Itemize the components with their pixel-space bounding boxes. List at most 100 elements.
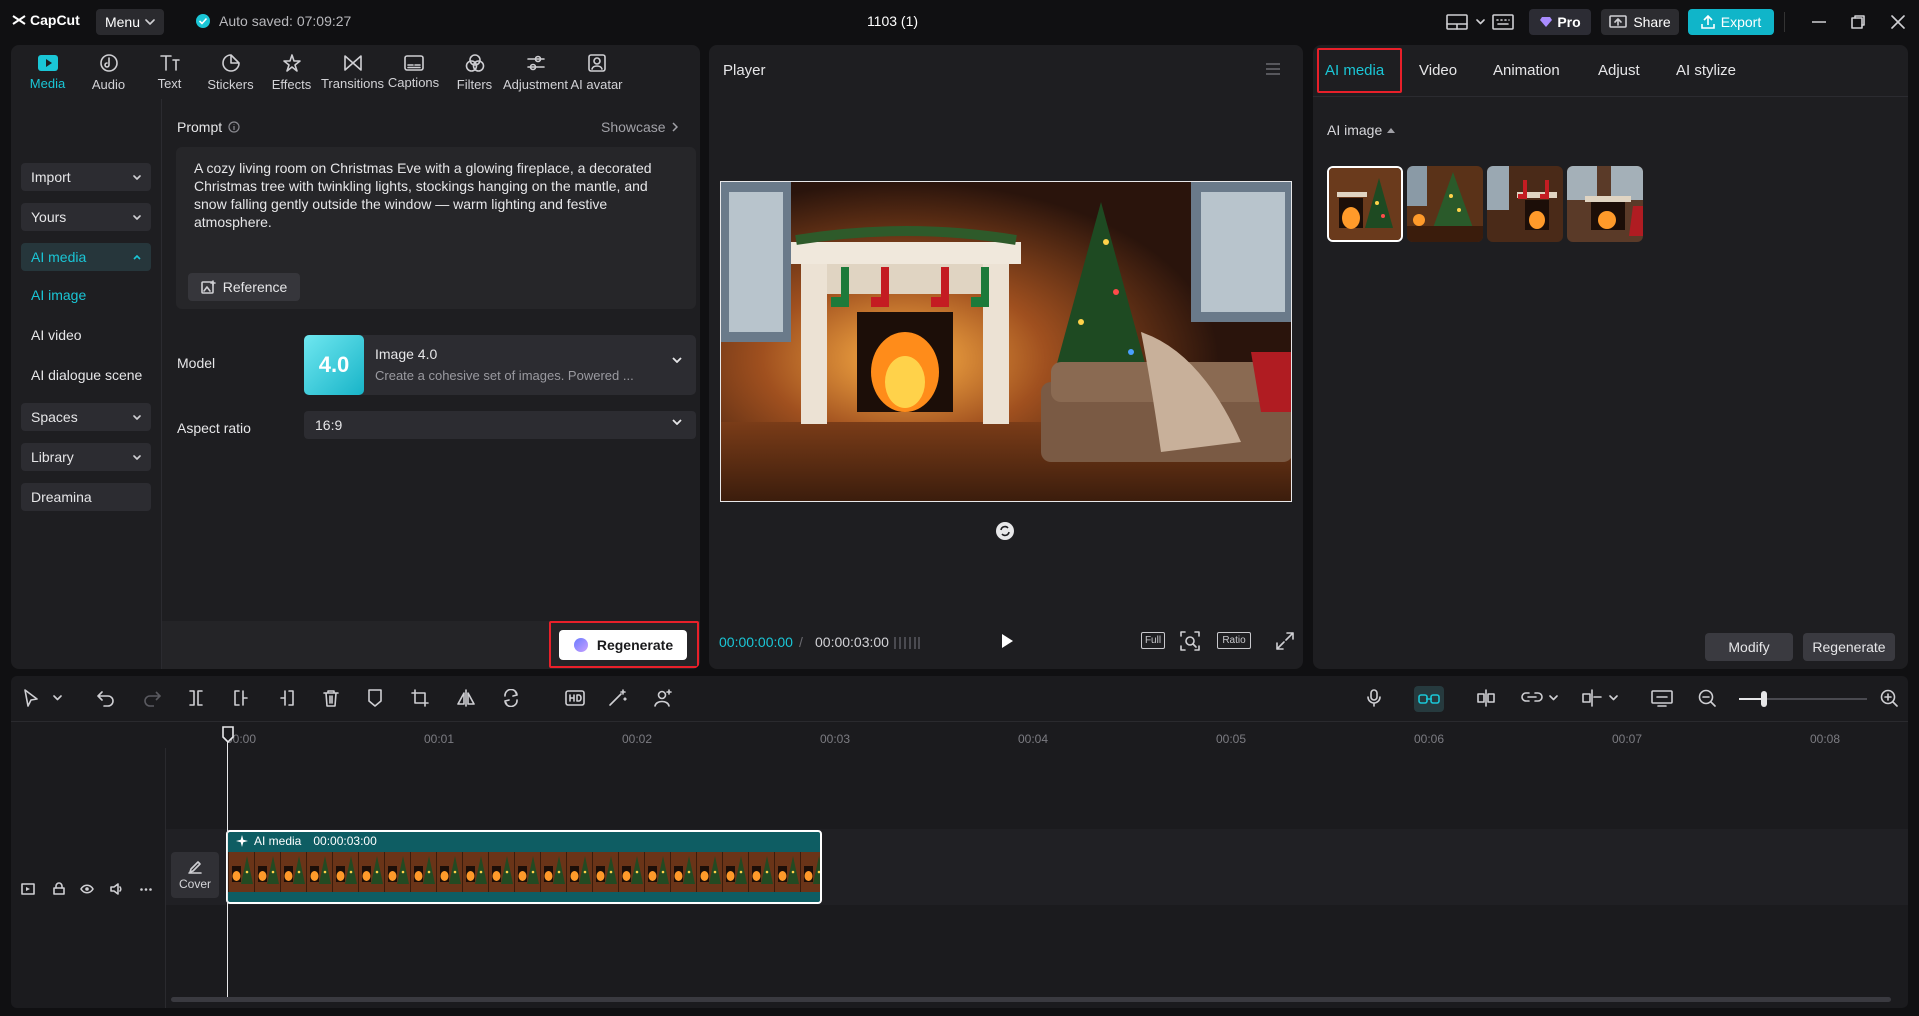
ai-person-icon[interactable] (653, 689, 673, 707)
sidebar-item-library[interactable]: Library (21, 443, 151, 471)
tab-ai-media[interactable]: AI media (1325, 62, 1384, 79)
transitions-icon (343, 54, 362, 71)
magic-wand-icon[interactable] (608, 689, 628, 707)
export-button[interactable]: Export (1688, 9, 1774, 35)
tool-ai-avatar[interactable]: AI avatar (566, 45, 627, 99)
layout-icon[interactable] (1446, 14, 1468, 30)
zoom-in-icon[interactable] (1880, 689, 1898, 707)
tool-label: Captions (387, 74, 440, 90)
ai-image-section[interactable]: AI image (1327, 122, 1396, 138)
reference-button[interactable]: Reference (188, 273, 300, 301)
zoom-slider-handle[interactable] (1761, 691, 1767, 707)
screen-layout-icon[interactable] (1651, 689, 1673, 707)
sidebar-item-ai-video[interactable]: AI video (31, 327, 82, 343)
hamburger-menu-icon[interactable] (1265, 63, 1281, 75)
select-cursor-icon[interactable] (23, 689, 39, 707)
layout-chevron-icon[interactable] (1476, 19, 1485, 25)
restore-icon[interactable] (1851, 15, 1865, 29)
chevron-down-icon[interactable] (1609, 695, 1618, 701)
showcase-link[interactable]: Showcase (601, 119, 678, 135)
undo-icon[interactable] (97, 689, 115, 707)
sidebar-item-ai-dialogue-scene[interactable]: AI dialogue scene (31, 367, 142, 383)
tool-stickers[interactable]: Stickers (200, 45, 261, 99)
delete-icon[interactable] (322, 689, 340, 707)
share-button[interactable]: Share (1601, 9, 1679, 35)
redo-icon[interactable] (143, 689, 161, 707)
tool-text[interactable]: Text (139, 45, 200, 99)
tool-filters[interactable]: Filters (444, 45, 505, 99)
tool-audio[interactable]: Audio (78, 45, 139, 99)
tool-adjustment[interactable]: Adjustment (503, 45, 568, 99)
play-icon[interactable] (1000, 633, 1014, 649)
linkage-icon[interactable] (1521, 689, 1543, 705)
pro-button[interactable]: Pro (1529, 9, 1591, 35)
sidebar-item-dreamina[interactable]: Dreamina (21, 483, 151, 511)
tool-effects[interactable]: Effects (261, 45, 322, 99)
sidebar-item-ai-image[interactable]: AI image (31, 287, 86, 303)
sidebar-item-ai-media[interactable]: AI media (21, 243, 151, 271)
ratio-button[interactable]: Ratio (1217, 632, 1251, 649)
preview-canvas[interactable] (720, 181, 1292, 502)
more-icon[interactable] (140, 888, 152, 891)
fullscreen-icon[interactable] (1276, 632, 1294, 650)
tool-transitions[interactable]: Transitions (321, 45, 384, 99)
sidebar-item-yours[interactable]: Yours (21, 203, 151, 231)
mirror-icon[interactable] (457, 689, 475, 707)
ruler-tick: 00:08 (1810, 732, 1841, 746)
inspector-regenerate-button[interactable]: Regenerate (1803, 633, 1895, 661)
prompt-text[interactable]: A cozy living room on Christmas Eve with… (194, 159, 684, 231)
ai-image-thumbnail[interactable] (1487, 166, 1563, 242)
timeline-clip[interactable]: AI media 00:00:03:00 (226, 830, 822, 904)
tool-media[interactable]: Media (17, 45, 78, 99)
ai-image-thumbnail[interactable] (1567, 166, 1643, 242)
speaker-icon[interactable] (110, 883, 124, 895)
chevron-down-icon[interactable] (1549, 695, 1558, 701)
preview-axis-icon[interactable] (1581, 689, 1603, 707)
rotate-icon[interactable] (502, 689, 520, 707)
cover-button[interactable]: Cover (171, 852, 219, 898)
marker-icon[interactable] (367, 689, 383, 707)
chevron-down-icon[interactable] (53, 695, 62, 701)
info-icon[interactable] (228, 121, 240, 133)
chevron-down-icon (133, 454, 141, 460)
aspect-ratio-select[interactable]: 16:9 (304, 411, 696, 439)
microphone-icon[interactable] (1367, 689, 1381, 707)
split-right-icon[interactable] (277, 689, 295, 707)
tab-animation[interactable]: Animation (1493, 62, 1560, 79)
full-button[interactable]: Full (1141, 632, 1165, 649)
snap-icon[interactable] (1476, 689, 1496, 707)
tool-captions[interactable]: Captions (383, 45, 444, 99)
tab-video[interactable]: Video (1419, 62, 1457, 79)
crop-icon[interactable] (411, 689, 429, 707)
split-icon[interactable] (187, 689, 205, 707)
timeline-scrollbar[interactable] (171, 997, 1891, 1002)
sidebar-item-import[interactable]: Import (21, 163, 151, 191)
timeline-ruler[interactable]: 00:00 00:01 00:02 00:03 00:04 00:05 00:0… (226, 722, 1908, 748)
sync-icon[interactable] (995, 521, 1015, 541)
playhead[interactable] (227, 732, 228, 1002)
zoom-fit-icon[interactable] (1180, 631, 1200, 651)
sidebar-item-spaces[interactable]: Spaces (21, 403, 151, 431)
keyboard-icon[interactable] (1492, 14, 1514, 30)
regenerate-button[interactable]: Regenerate (559, 630, 687, 660)
modify-button[interactable]: Modify (1705, 633, 1793, 661)
main-track-magnet-toggle[interactable] (1414, 686, 1444, 712)
sparkle-icon (236, 835, 248, 847)
close-icon[interactable] (1891, 15, 1905, 29)
split-left-icon[interactable] (233, 689, 251, 707)
waveform-icon[interactable] (893, 635, 921, 651)
track-video-icon[interactable] (21, 883, 35, 895)
lock-icon[interactable] (53, 882, 65, 895)
hd-icon[interactable] (565, 689, 585, 707)
minimize-icon[interactable] (1812, 21, 1826, 23)
chevron-right-icon (672, 122, 678, 132)
model-select[interactable]: 4.0 Image 4.0 Create a cohesive set of i… (304, 335, 696, 395)
eye-icon[interactable] (80, 884, 94, 894)
prompt-input[interactable]: A cozy living room on Christmas Eve with… (176, 147, 696, 309)
zoom-out-icon[interactable] (1698, 689, 1716, 707)
ai-image-thumbnail[interactable] (1327, 166, 1403, 242)
tab-ai-stylize[interactable]: AI stylize (1676, 62, 1736, 79)
playhead-handle[interactable] (221, 726, 235, 744)
ai-image-thumbnail[interactable] (1407, 166, 1483, 242)
tab-adjust[interactable]: Adjust (1598, 62, 1640, 79)
